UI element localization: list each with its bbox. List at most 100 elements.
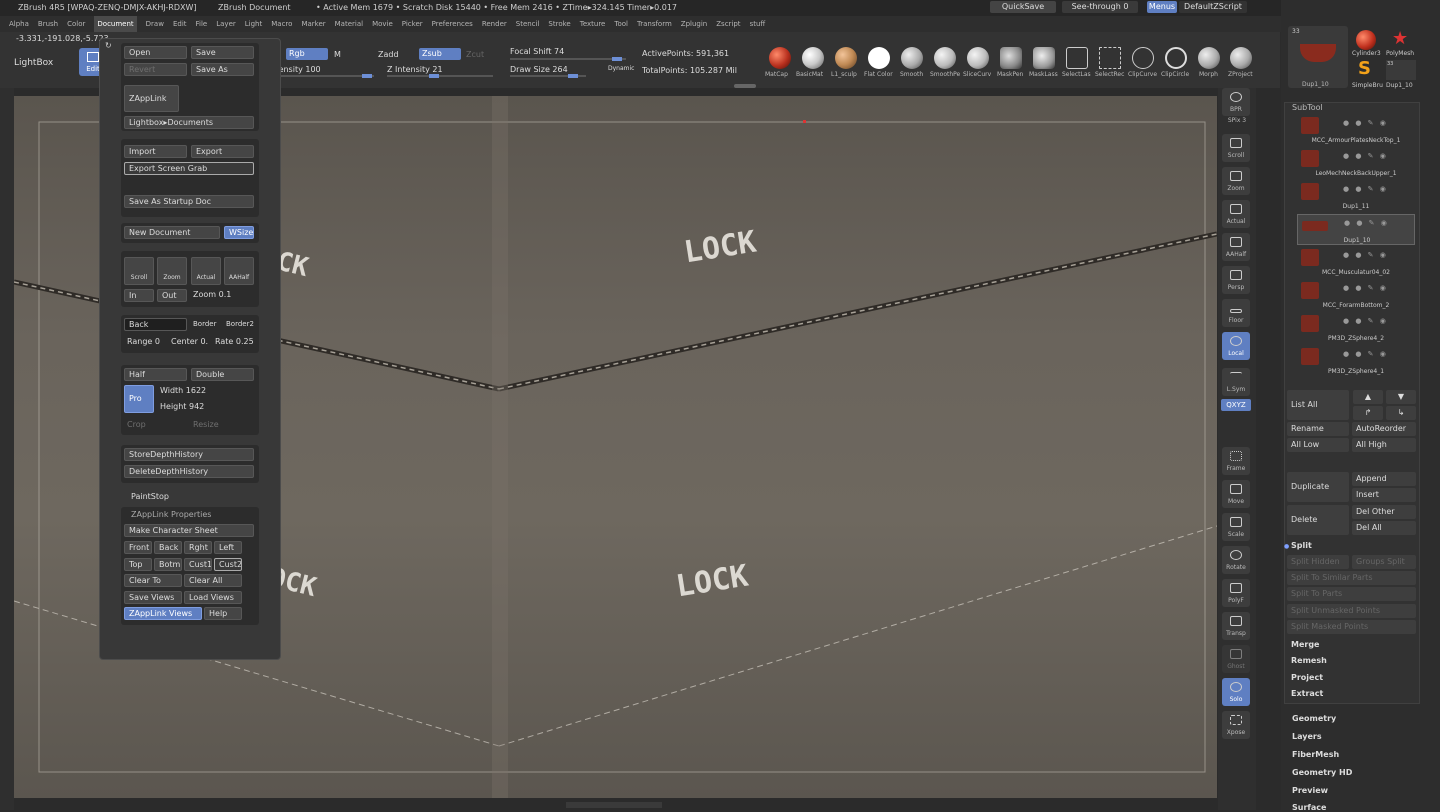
draw-size-label[interactable]: Draw Size 264 <box>510 65 568 74</box>
left-tray[interactable] <box>0 88 14 810</box>
menu-stuff[interactable]: stuff <box>750 16 766 32</box>
qxyz-button[interactable]: QXYZ <box>1221 399 1251 411</box>
subtool-row[interactable]: ● ● ✎ ◉ PM3D_ZSphere4_2 <box>1297 313 1415 344</box>
persp-button[interactable]: Persp <box>1222 266 1250 294</box>
transp-button[interactable]: Transp <box>1222 612 1250 640</box>
doc-scroll-button[interactable]: Scroll <box>124 257 154 285</box>
right-view-button[interactable]: Rght <box>184 541 212 554</box>
rename-button[interactable]: Rename <box>1287 422 1349 436</box>
split-hidden-button[interactable]: Split Hidden <box>1287 555 1349 569</box>
m-button[interactable]: M <box>334 50 341 59</box>
zapplink-properties-header[interactable]: ZAppLink Properties <box>131 510 211 519</box>
menu-draw[interactable]: Draw <box>146 16 164 32</box>
make-character-sheet-button[interactable]: Make Character Sheet <box>124 524 254 537</box>
remesh-section[interactable]: Remesh <box>1287 654 1416 668</box>
subtool-visibility-icon[interactable]: ● ● ✎ ◉ <box>1343 152 1388 160</box>
polyf-button[interactable]: PolyF <box>1222 579 1250 607</box>
menu-transform[interactable]: Transform <box>637 16 672 32</box>
menu-preferences[interactable]: Preferences <box>432 16 473 32</box>
groups-split-button[interactable]: Groups Split <box>1352 555 1416 569</box>
menu-light[interactable]: Light <box>245 16 262 32</box>
subtool-row[interactable]: ● ● ✎ ◉ MCC_Musculatur04_02 <box>1297 247 1415 278</box>
rgb-intensity-slider[interactable] <box>268 74 374 78</box>
lightbox-button[interactable]: LightBox <box>14 58 53 68</box>
clip-circle-brush-icon[interactable] <box>1165 47 1187 69</box>
import-button[interactable]: Import <box>124 145 187 158</box>
subtool-row[interactable]: ● ● ✎ ◉ MCC_ForarmBottom_2 <box>1297 280 1415 311</box>
split-section-header[interactable]: Split <box>1287 539 1416 553</box>
range-slider[interactable]: Range 0 <box>127 337 160 346</box>
wsize-button[interactable]: WSize <box>224 226 254 239</box>
lsym-button[interactable]: L.Sym <box>1222 368 1250 396</box>
custom1-view-button[interactable]: Cust1 <box>184 558 212 571</box>
rotate-button[interactable]: Rotate <box>1222 546 1250 574</box>
menu-edit[interactable]: Edit <box>173 16 187 32</box>
geometry-hd-section[interactable]: Geometry HD <box>1292 768 1352 777</box>
menu-brush[interactable]: Brush <box>38 16 58 32</box>
split-masked-points-button[interactable]: Split Masked Points <box>1287 620 1416 634</box>
mask-lasso-brush-icon[interactable] <box>1033 47 1055 69</box>
split-to-parts-button[interactable]: Split To Parts <box>1287 587 1416 601</box>
z-intensity-label[interactable]: Z Intensity 21 <box>387 65 443 74</box>
preview-section[interactable]: Preview <box>1292 786 1328 795</box>
custom2-view-button[interactable]: Cust2 <box>214 558 242 571</box>
local-button[interactable]: Local <box>1222 332 1250 360</box>
menu-color[interactable]: Color <box>67 16 85 32</box>
duplicate-button[interactable]: Duplicate <box>1287 472 1349 502</box>
subtool-header[interactable]: SubTool <box>1292 103 1323 112</box>
slice-curve-brush-icon[interactable] <box>967 47 989 69</box>
bottom-view-button[interactable]: Botm <box>154 558 182 571</box>
del-all-button[interactable]: Del All <box>1352 521 1416 535</box>
extract-section[interactable]: Extract <box>1287 687 1416 701</box>
all-high-button[interactable]: All High <box>1352 438 1416 452</box>
paintstop-label[interactable]: PaintStop <box>131 492 169 501</box>
clear-to-button[interactable]: Clear To <box>124 574 182 587</box>
menu-tool[interactable]: Tool <box>614 16 628 32</box>
menu-render[interactable]: Render <box>482 16 507 32</box>
delete-depth-history-button[interactable]: DeleteDepthHistory <box>124 465 254 478</box>
menu-stroke[interactable]: Stroke <box>548 16 570 32</box>
resize-button[interactable]: Resize <box>193 420 219 429</box>
default-zscript-button[interactable]: DefaultZScript <box>1179 1 1247 13</box>
actual-button[interactable]: Actual <box>1222 200 1250 228</box>
zapplink-button[interactable]: ZAppLink <box>124 85 179 112</box>
spix-label[interactable]: SPix 3 <box>1218 117 1256 124</box>
clip-curve-brush-icon[interactable] <box>1132 47 1154 69</box>
smooth-brush-icon[interactable] <box>901 47 923 69</box>
dup-tool-thumb[interactable]: 33 <box>1386 60 1416 80</box>
project-section[interactable]: Project <box>1287 671 1416 685</box>
dynamic-button[interactable]: Dynamic <box>608 65 634 72</box>
subtool-row[interactable]: ● ● ✎ ◉ PM3D_ZSphere4_1 <box>1297 346 1415 377</box>
zoom-out-button[interactable]: Out <box>157 289 187 302</box>
menu-movie[interactable]: Movie <box>372 16 393 32</box>
scroll-button[interactable]: Scroll <box>1222 134 1250 162</box>
delete-button[interactable]: Delete <box>1287 505 1349 535</box>
subtool-visibility-icon[interactable]: ● ● ✎ ◉ <box>1344 219 1389 227</box>
select-rect-brush-icon[interactable] <box>1099 47 1121 69</box>
refresh-icon[interactable]: ↻ <box>105 41 112 50</box>
zoom-value-slider[interactable]: Zoom 0.1 <box>193 290 231 299</box>
subtool-visibility-icon[interactable]: ● ● ✎ ◉ <box>1343 284 1388 292</box>
scale-button[interactable]: Scale <box>1222 513 1250 541</box>
split-similar-parts-button[interactable]: Split To Similar Parts <box>1287 571 1416 585</box>
fibermesh-section[interactable]: FiberMesh <box>1292 750 1339 759</box>
zoom-button[interactable]: Zoom <box>1222 167 1250 195</box>
subtool-visibility-icon[interactable]: ● ● ✎ ◉ <box>1343 350 1388 358</box>
solo-button[interactable]: Solo <box>1222 678 1250 706</box>
mask-pen-brush-icon[interactable] <box>1000 47 1022 69</box>
move-down-end-icon[interactable]: ↳ <box>1386 406 1416 420</box>
focal-shift-label[interactable]: Focal Shift 74 <box>510 47 564 56</box>
simplebrush-icon[interactable]: S <box>1358 58 1371 79</box>
morph-brush-icon[interactable] <box>1198 47 1220 69</box>
subtool-visibility-icon[interactable]: ● ● ✎ ◉ <box>1343 119 1388 127</box>
subtool-row[interactable]: ● ● ✎ ◉ MCC_ArmourPlatesNeckTop_1 <box>1297 115 1415 146</box>
subtool-row-selected[interactable]: ● ● ✎ ◉ Dup1_10 <box>1297 214 1415 245</box>
bpr-button[interactable]: BPR <box>1222 88 1250 116</box>
focal-shift-slider[interactable] <box>510 57 626 61</box>
load-views-button[interactable]: Load Views <box>184 591 242 604</box>
menu-marker[interactable]: Marker <box>301 16 325 32</box>
menu-zplugin[interactable]: Zplugin <box>681 16 707 32</box>
polymesh-star-icon[interactable]: ★ <box>1392 28 1408 49</box>
layers-section[interactable]: Layers <box>1292 732 1322 741</box>
matcap-material-icon[interactable] <box>769 47 791 69</box>
